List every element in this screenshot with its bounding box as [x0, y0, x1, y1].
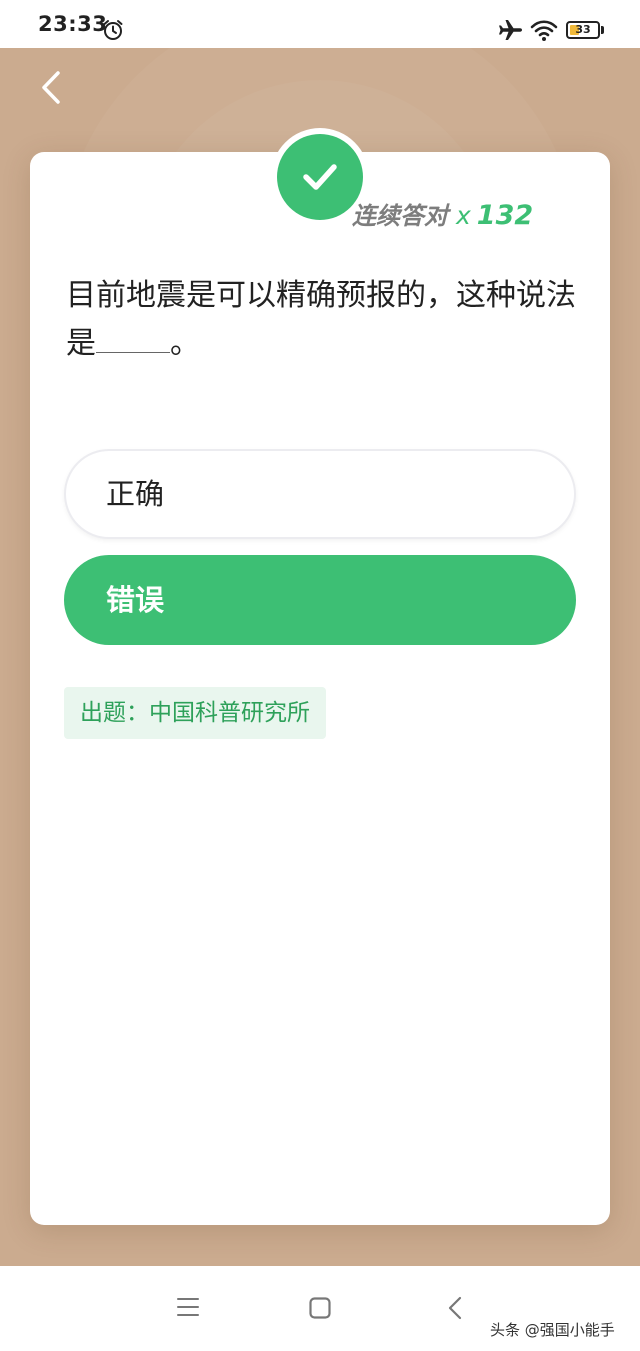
battery-level: 33 — [575, 23, 591, 36]
status-bar: 23:33 33 — [0, 0, 640, 48]
option-correct-button[interactable]: 正确 — [64, 449, 576, 539]
streak-counter: 连续答对 x 132 — [352, 196, 533, 231]
question-text-after: 。 — [170, 326, 200, 361]
battery-icon: 33 — [566, 21, 606, 41]
streak-multiplier: x — [456, 201, 471, 230]
question-text: 目前地震是可以精确预报的，这种说法是。 — [66, 272, 582, 368]
option-wrong-button[interactable]: 错误 — [64, 555, 576, 645]
airplane-icon — [499, 20, 522, 40]
alarm-icon — [103, 20, 123, 40]
streak-label: 连续答对 — [352, 202, 448, 230]
streak-count: 132 — [476, 200, 534, 231]
question-source: 出题：中国科普研究所 — [64, 687, 326, 739]
answer-blank — [96, 322, 170, 353]
menu-icon[interactable] — [176, 1296, 200, 1318]
check-icon — [303, 164, 337, 190]
status-time: 23:33 — [38, 12, 108, 36]
back-icon[interactable] — [444, 1295, 466, 1321]
home-icon[interactable] — [308, 1296, 332, 1320]
wifi-icon — [530, 20, 558, 41]
chevron-left-icon — [42, 71, 60, 104]
watermark: 头条 @强国小能手 — [490, 1321, 615, 1339]
back-button[interactable] — [32, 66, 72, 110]
